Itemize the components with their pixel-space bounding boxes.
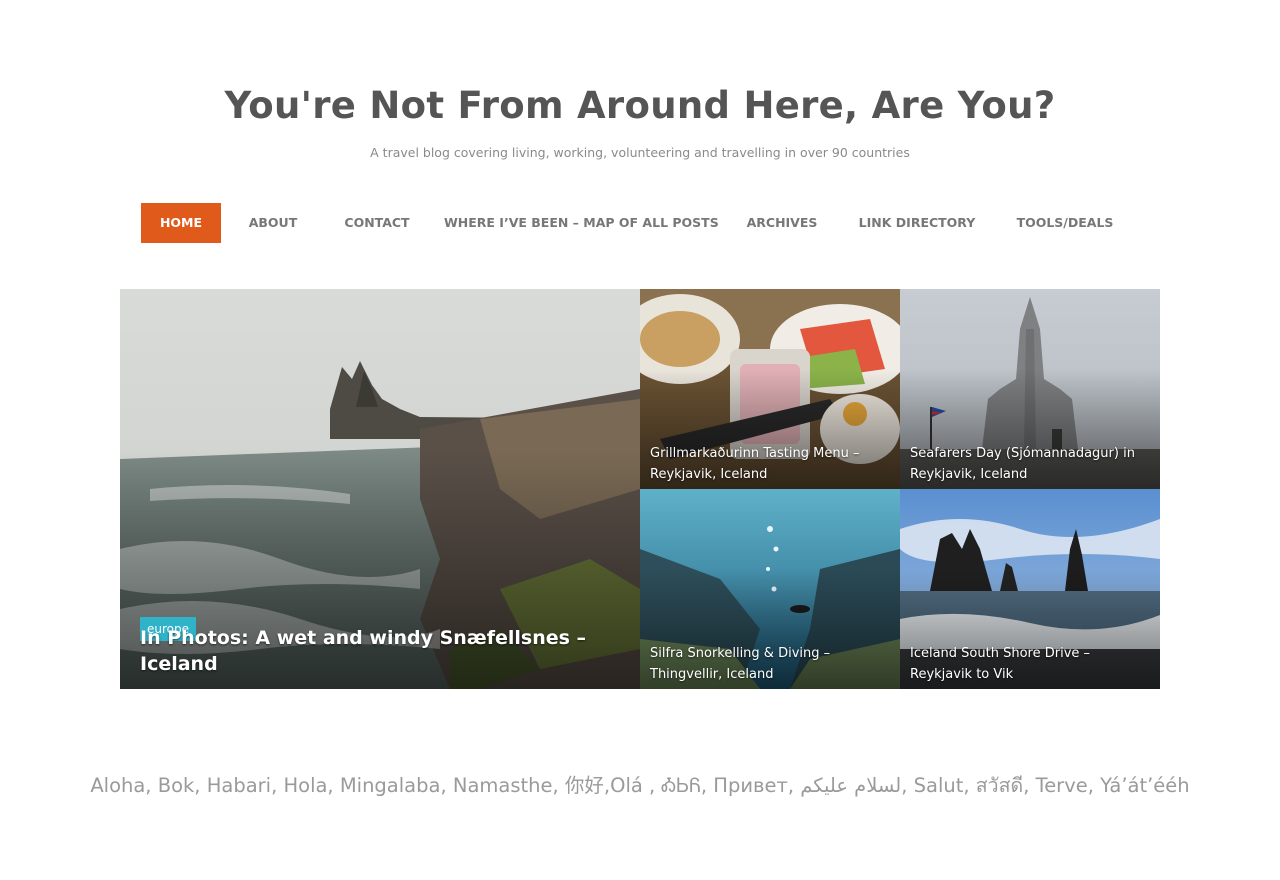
post-title[interactable]: Silfra Snorkelling & Diving – Thingvelli… (650, 643, 876, 685)
post-title[interactable]: Seafarers Day (Sjómannadagur) in Reykjav… (910, 443, 1136, 485)
site-title[interactable]: You're Not From Around Here, Are You? (0, 84, 1280, 128)
post-title[interactable]: Grillmarkaðurinn Tasting Menu – Reykjavi… (650, 443, 876, 485)
nav-tools-deals[interactable]: TOOLS/DEALS (1010, 203, 1120, 243)
featured-post-tile[interactable]: Silfra Snorkelling & Diving – Thingvelli… (640, 489, 900, 689)
nav-contact[interactable]: CONTACT (336, 203, 418, 243)
featured-post-main[interactable]: europe In Photos: A wet and windy Snæfel… (120, 289, 640, 689)
multilingual-greeting: Aloha, Bok, Habari, Hola, Mingalaba, Nam… (90, 774, 1190, 797)
featured-post-title[interactable]: In Photos: A wet and windy Snæfellsnes –… (140, 625, 616, 677)
nav-about[interactable]: ABOUT (236, 203, 310, 243)
featured-post-tile[interactable]: Iceland South Shore Drive – Reykjavik to… (900, 489, 1160, 689)
nav-map-of-all-posts[interactable]: WHERE I’VE BEEN – MAP OF ALL POSTS (444, 203, 719, 243)
main-navigation: HOME ABOUT CONTACT WHERE I’VE BEEN – MAP… (0, 203, 1280, 243)
featured-post-tile[interactable]: Grillmarkaðurinn Tasting Menu – Reykjavi… (640, 289, 900, 489)
nav-archives[interactable]: ARCHIVES (740, 203, 824, 243)
nav-home[interactable]: HOME (141, 203, 221, 243)
post-title[interactable]: Iceland South Shore Drive – Reykjavik to… (910, 643, 1136, 685)
featured-post-tile[interactable]: Seafarers Day (Sjómannadagur) in Reykjav… (900, 289, 1160, 489)
site-tagline: A travel blog covering living, working, … (370, 145, 910, 160)
nav-link-directory[interactable]: LINK DIRECTORY (852, 203, 982, 243)
